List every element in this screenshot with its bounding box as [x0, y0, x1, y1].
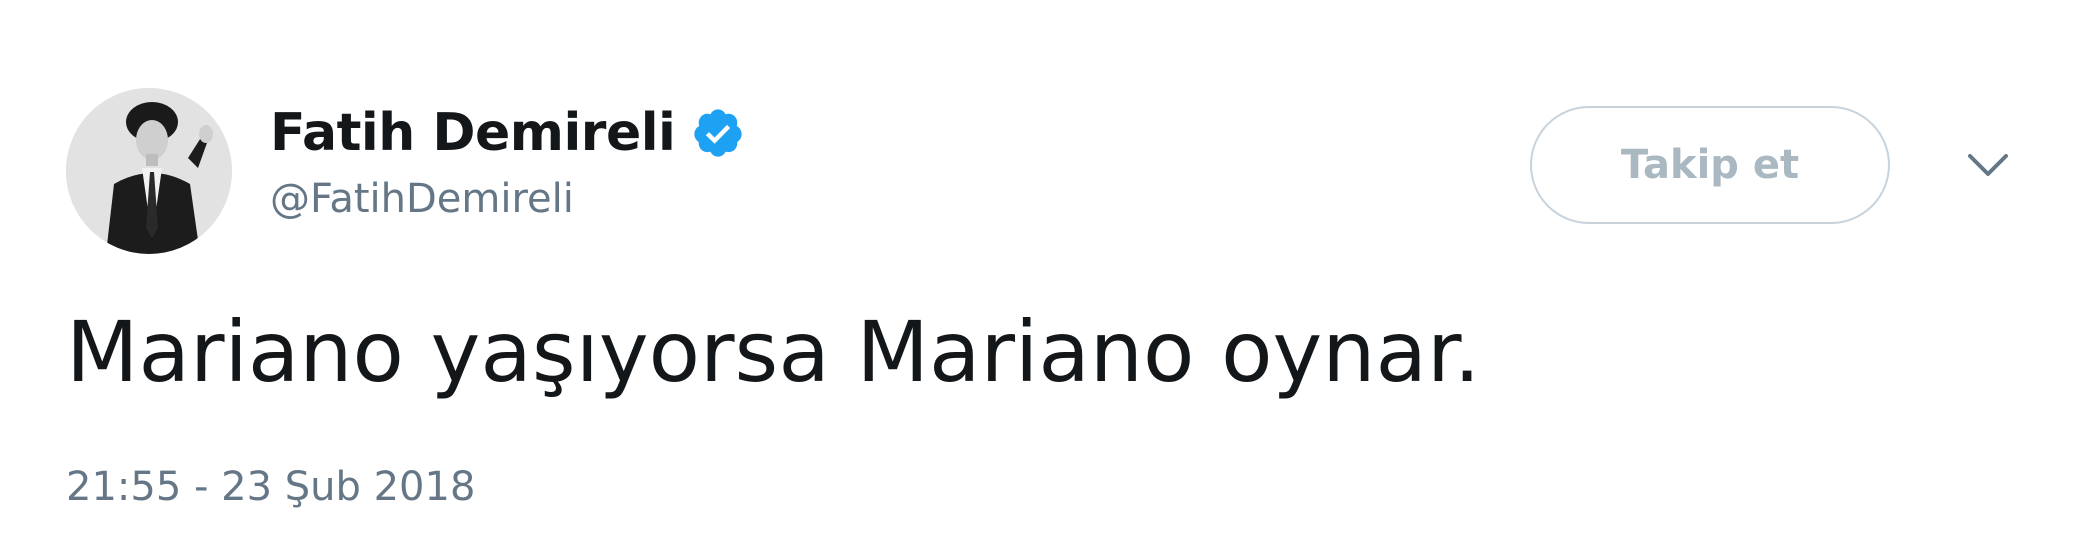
- user-handle[interactable]: @FatihDemireli: [270, 176, 745, 222]
- author-block: Fatih Demireli @FatihDemireli: [270, 98, 745, 222]
- display-name[interactable]: Fatih Demireli: [270, 103, 676, 163]
- tweet-timestamp[interactable]: 21:55 - 23 Şub 2018: [66, 464, 475, 510]
- tweet-card: Fatih Demireli @FatihDemireli Takip et M…: [0, 0, 2081, 555]
- follow-button[interactable]: Takip et: [1530, 106, 1890, 224]
- avatar[interactable]: [66, 88, 232, 254]
- verified-badge-icon: [691, 106, 745, 160]
- chevron-down-icon[interactable]: [1966, 150, 2010, 180]
- profile-photo-icon: [66, 88, 232, 254]
- tweet-text: Mariano yaşıyorsa Mariano oynar.: [66, 303, 1481, 401]
- name-row: Fatih Demireli: [270, 98, 745, 168]
